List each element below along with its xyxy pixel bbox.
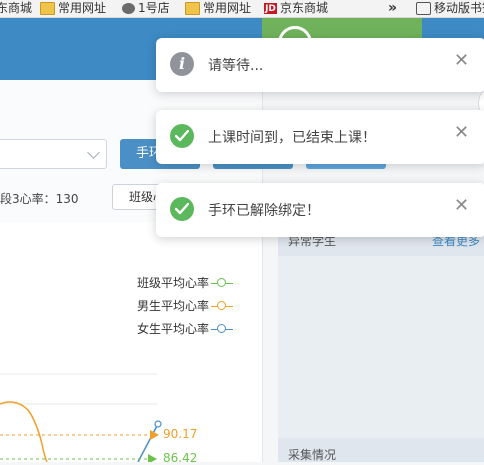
collection-header: 采集情况: [278, 438, 484, 462]
bookmark-label: 东商城: [0, 1, 33, 15]
class-end-value: 86.42: [163, 451, 198, 465]
male-end-value: 90.17: [163, 427, 198, 441]
collection-title: 采集情况: [288, 448, 337, 462]
legend-label: 男生平均心率: [137, 299, 210, 313]
side-panel: [278, 222, 484, 462]
globe-icon: [122, 3, 135, 14]
male-series-line: [0, 401, 48, 462]
bookmark-label: 京东商城: [280, 1, 329, 15]
close-icon[interactable]: ✕: [454, 197, 469, 215]
close-icon[interactable]: ✕: [454, 124, 469, 142]
legend-female[interactable]: 女生平均心率: [137, 320, 234, 337]
phone-icon: [416, 2, 431, 15]
bookmarks-overflow-button[interactable]: »: [388, 0, 397, 17]
bookmark-item[interactable]: 东商城: [0, 0, 32, 17]
class-select[interactable]: [0, 139, 107, 169]
legend-swatch: [211, 277, 234, 288]
zone3-heart-rate: 段3心率：130: [0, 192, 79, 206]
close-icon[interactable]: ✕: [454, 52, 469, 70]
folder-icon: [40, 2, 55, 15]
legend-label: 班级平均心率: [137, 276, 210, 290]
legend-swatch: [211, 300, 234, 311]
notification-success: 上课时间到，已结束上课！ ✕: [156, 110, 484, 164]
bookmark-item[interactable]: JD 京东商城: [264, 0, 328, 17]
female-series-point: [154, 420, 162, 428]
bookmark-label: 移动版书签: [434, 1, 484, 15]
info-icon: i: [170, 52, 194, 76]
legend-class[interactable]: 班级平均心率: [137, 274, 234, 291]
notification-message: 手环已解除绑定！: [208, 203, 320, 219]
legend-male[interactable]: 男生平均心率: [137, 297, 234, 314]
bookmark-label: 常用网址: [58, 1, 107, 15]
chevron-down-icon: [87, 146, 100, 159]
legend-label: 女生平均心率: [137, 322, 210, 336]
bookmark-item[interactable]: 常用网址: [185, 0, 251, 17]
chevron-right-icon: »: [388, 0, 398, 16]
folder-icon: [185, 2, 200, 15]
bookmarks-bar: 东商城 常用网址 1号店 常用网址 JD 京东商城 » 移动版书签: [0, 0, 484, 18]
notification-message: 上课时间到，已结束上课！: [208, 130, 376, 146]
bookmark-item[interactable]: 1号店: [122, 0, 170, 17]
jd-icon: JD: [264, 3, 277, 14]
bookmark-item[interactable]: 常用网址: [40, 0, 106, 17]
bookmark-item[interactable]: 移动版书签: [416, 0, 484, 17]
class-end-arrow: [148, 454, 157, 462]
heart-rate-chart: 班级平均心率 男生平均心率 女生平均心率 90.17 86.42: [0, 222, 262, 465]
notification-success: 手环已解除绑定！ ✕: [156, 183, 484, 237]
chart-canvas: [0, 373, 162, 462]
legend-swatch: [211, 323, 234, 334]
check-circle-icon: [170, 124, 194, 148]
notification-info: i 请等待... ✕: [156, 38, 484, 92]
notification-message: 请等待...: [208, 58, 264, 74]
bookmark-label: 常用网址: [203, 1, 252, 15]
bookmark-label: 1号店: [138, 1, 170, 15]
check-circle-icon: [170, 197, 194, 221]
